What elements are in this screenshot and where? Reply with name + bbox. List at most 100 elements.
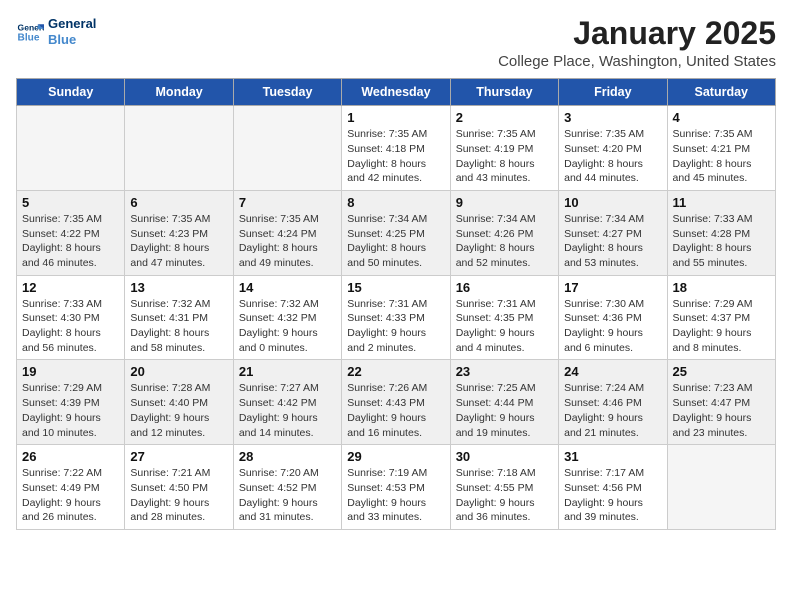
week-row-1: 1Sunrise: 7:35 AMSunset: 4:18 PMDaylight…	[17, 106, 776, 191]
day-cell: 20 Sunrise: 7:28 AMSunset: 4:40 PMDayligh…	[125, 360, 233, 445]
day-info: Sunrise: 7:17 AMSunset: 4:56 PMDaylight:…	[564, 466, 661, 525]
day-info: Sunrise: 7:35 AMSunset: 4:24 PMDaylight:…	[239, 212, 336, 271]
day-number: 2	[456, 110, 553, 125]
day-cell: 19 Sunrise: 7:29 AMSunset: 4:39 PMDayligh…	[17, 360, 125, 445]
day-cell: 25Sunrise: 7:23 AMSunset: 4:47 PMDayligh…	[667, 360, 775, 445]
day-number: 21	[239, 364, 336, 379]
day-number: 4	[673, 110, 770, 125]
day-number: 29	[347, 449, 444, 464]
month-title: January 2025	[498, 16, 776, 51]
day-info: Sunrise: 7:35 AMSunset: 4:23 PMDaylight:…	[130, 212, 227, 271]
week-row-5: 26 Sunrise: 7:22 AMSunset: 4:49 PMDayligh…	[17, 445, 776, 530]
header-cell-friday: Friday	[559, 79, 667, 106]
day-number: 22	[347, 364, 444, 379]
day-cell: 8 Sunrise: 7:34 AMSunset: 4:25 PMDaylight…	[342, 190, 450, 275]
day-number: 12	[22, 280, 119, 295]
day-info: Sunrise: 7:26 AMSunset: 4:43 PMDaylight:…	[347, 381, 444, 440]
day-number: 31	[564, 449, 661, 464]
calendar-container: General Blue General Blue January 2025 C…	[0, 0, 792, 540]
day-cell: 5Sunrise: 7:35 AMSunset: 4:22 PMDaylight…	[17, 190, 125, 275]
day-info: Sunrise: 7:35 AMSunset: 4:19 PMDaylight:…	[456, 127, 553, 186]
day-info: Sunrise: 7:18 AMSunset: 4:55 PMDaylight:…	[456, 466, 553, 525]
day-info: Sunrise: 7:35 AMSunset: 4:22 PMDaylight:…	[22, 212, 119, 271]
day-number: 16	[456, 280, 553, 295]
header-cell-sunday: Sunday	[17, 79, 125, 106]
day-cell: 30 Sunrise: 7:18 AMSunset: 4:55 PMDayligh…	[450, 445, 558, 530]
day-cell: 11 Sunrise: 7:33 AMSunset: 4:28 PMDayligh…	[667, 190, 775, 275]
day-cell: 29 Sunrise: 7:19 AMSunset: 4:53 PMDayligh…	[342, 445, 450, 530]
day-number: 20	[130, 364, 227, 379]
day-number: 10	[564, 195, 661, 210]
day-info: Sunrise: 7:31 AMSunset: 4:33 PMDaylight:…	[347, 297, 444, 356]
day-number: 24	[564, 364, 661, 379]
day-info: Sunrise: 7:29 AMSunset: 4:37 PMDaylight:…	[673, 297, 770, 356]
day-number: 9	[456, 195, 553, 210]
day-number: 8	[347, 195, 444, 210]
day-info: Sunrise: 7:33 AMSunset: 4:30 PMDaylight:…	[22, 297, 119, 356]
day-number: 18	[673, 280, 770, 295]
day-info: Sunrise: 7:34 AMSunset: 4:27 PMDaylight:…	[564, 212, 661, 271]
day-info: Sunrise: 7:34 AMSunset: 4:25 PMDaylight:…	[347, 212, 444, 271]
day-info: Sunrise: 7:30 AMSunset: 4:36 PMDaylight:…	[564, 297, 661, 356]
day-number: 6	[130, 195, 227, 210]
logo-text: General Blue	[48, 16, 96, 47]
day-cell	[17, 106, 125, 191]
day-cell: 9 Sunrise: 7:34 AMSunset: 4:26 PMDaylight…	[450, 190, 558, 275]
day-number: 23	[456, 364, 553, 379]
week-row-3: 12 Sunrise: 7:33 AMSunset: 4:30 PMDayligh…	[17, 275, 776, 360]
day-number: 7	[239, 195, 336, 210]
location: College Place, Washington, United States	[498, 53, 776, 70]
day-info: Sunrise: 7:32 AMSunset: 4:32 PMDaylight:…	[239, 297, 336, 356]
day-cell: 27 Sunrise: 7:21 AMSunset: 4:50 PMDayligh…	[125, 445, 233, 530]
logo-icon: General Blue	[16, 18, 44, 46]
day-number: 3	[564, 110, 661, 125]
day-cell	[125, 106, 233, 191]
header-cell-saturday: Saturday	[667, 79, 775, 106]
day-number: 13	[130, 280, 227, 295]
calendar-table: SundayMondayTuesdayWednesdayThursdayFrid…	[16, 78, 776, 530]
header-cell-tuesday: Tuesday	[233, 79, 341, 106]
week-row-4: 19 Sunrise: 7:29 AMSunset: 4:39 PMDayligh…	[17, 360, 776, 445]
day-number: 14	[239, 280, 336, 295]
day-cell: 21 Sunrise: 7:27 AMSunset: 4:42 PMDayligh…	[233, 360, 341, 445]
day-info: Sunrise: 7:20 AMSunset: 4:52 PMDaylight:…	[239, 466, 336, 525]
logo-line2: Blue	[48, 32, 96, 48]
day-cell	[667, 445, 775, 530]
day-number: 17	[564, 280, 661, 295]
day-info: Sunrise: 7:29 AMSunset: 4:39 PMDaylight:…	[22, 381, 119, 440]
day-number: 30	[456, 449, 553, 464]
day-info: Sunrise: 7:28 AMSunset: 4:40 PMDaylight:…	[130, 381, 227, 440]
day-cell: 28 Sunrise: 7:20 AMSunset: 4:52 PMDayligh…	[233, 445, 341, 530]
day-cell: 7 Sunrise: 7:35 AMSunset: 4:24 PMDaylight…	[233, 190, 341, 275]
day-number: 26	[22, 449, 119, 464]
day-cell: 23Sunrise: 7:25 AMSunset: 4:44 PMDayligh…	[450, 360, 558, 445]
day-number: 11	[673, 195, 770, 210]
day-info: Sunrise: 7:35 AMSunset: 4:21 PMDaylight:…	[673, 127, 770, 186]
day-number: 28	[239, 449, 336, 464]
svg-text:Blue: Blue	[18, 32, 40, 43]
day-info: Sunrise: 7:23 AMSunset: 4:47 PMDaylight:…	[673, 381, 770, 440]
day-cell: 1Sunrise: 7:35 AMSunset: 4:18 PMDaylight…	[342, 106, 450, 191]
day-info: Sunrise: 7:27 AMSunset: 4:42 PMDaylight:…	[239, 381, 336, 440]
day-info: Sunrise: 7:35 AMSunset: 4:20 PMDaylight:…	[564, 127, 661, 186]
day-info: Sunrise: 7:21 AMSunset: 4:50 PMDaylight:…	[130, 466, 227, 525]
day-cell: 24 Sunrise: 7:24 AMSunset: 4:46 PMDayligh…	[559, 360, 667, 445]
logo: General Blue General Blue	[16, 16, 96, 47]
day-cell: 2 Sunrise: 7:35 AMSunset: 4:19 PMDaylight…	[450, 106, 558, 191]
day-cell	[233, 106, 341, 191]
logo-line1: General	[48, 16, 96, 32]
day-info: Sunrise: 7:22 AMSunset: 4:49 PMDaylight:…	[22, 466, 119, 525]
day-info: Sunrise: 7:19 AMSunset: 4:53 PMDaylight:…	[347, 466, 444, 525]
day-info: Sunrise: 7:34 AMSunset: 4:26 PMDaylight:…	[456, 212, 553, 271]
day-cell: 4 Sunrise: 7:35 AMSunset: 4:21 PMDaylight…	[667, 106, 775, 191]
day-number: 27	[130, 449, 227, 464]
day-info: Sunrise: 7:24 AMSunset: 4:46 PMDaylight:…	[564, 381, 661, 440]
header-cell-monday: Monday	[125, 79, 233, 106]
day-number: 19	[22, 364, 119, 379]
day-info: Sunrise: 7:33 AMSunset: 4:28 PMDaylight:…	[673, 212, 770, 271]
day-info: Sunrise: 7:35 AMSunset: 4:18 PMDaylight:…	[347, 127, 444, 186]
day-number: 15	[347, 280, 444, 295]
day-cell: 13Sunrise: 7:32 AMSunset: 4:31 PMDayligh…	[125, 275, 233, 360]
day-cell: 31 Sunrise: 7:17 AMSunset: 4:56 PMDayligh…	[559, 445, 667, 530]
day-cell: 16Sunrise: 7:31 AMSunset: 4:35 PMDayligh…	[450, 275, 558, 360]
